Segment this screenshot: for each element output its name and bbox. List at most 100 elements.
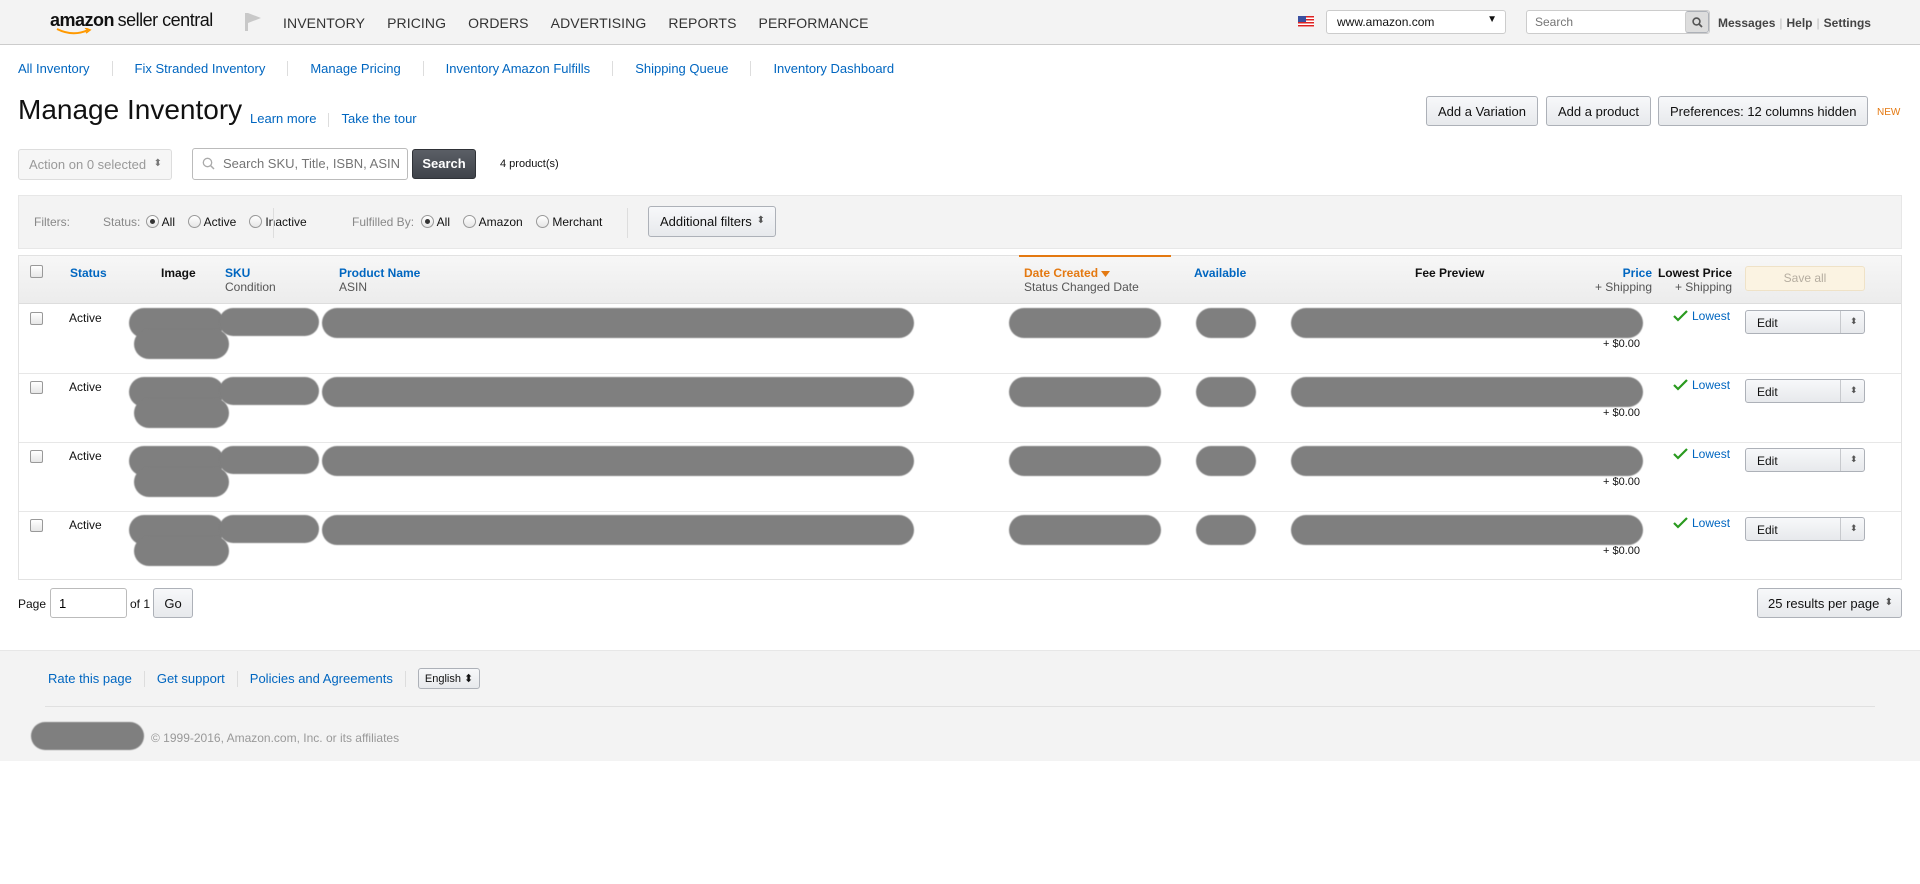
nav-inventory[interactable]: INVENTORY (283, 15, 365, 31)
subnav-manage-pricing[interactable]: Manage Pricing (310, 61, 424, 76)
get-support-link[interactable]: Get support (157, 670, 238, 687)
fulfilled-all-option[interactable]: All (421, 215, 450, 229)
updown-arrows-icon: ⬍ (756, 215, 765, 226)
col-sku[interactable]: SKU Condition (225, 266, 276, 294)
status-inactive-option[interactable]: Inactive (249, 215, 307, 229)
policies-link[interactable]: Policies and Agreements (250, 670, 406, 687)
row-checkbox[interactable] (30, 450, 43, 466)
header-search (1526, 10, 1710, 34)
fulfilled-all-label: All (436, 215, 451, 229)
lowest-price-link[interactable]: Lowest (1673, 516, 1730, 530)
nav-advertising[interactable]: ADVERTISING (551, 15, 647, 31)
lowest-label: Lowest (1692, 447, 1731, 461)
row-checkbox[interactable] (30, 519, 43, 535)
header-search-button[interactable] (1685, 11, 1709, 33)
radio[interactable] (463, 215, 476, 228)
radio[interactable] (249, 215, 262, 228)
take-tour-link[interactable]: Take the tour (341, 111, 416, 126)
bulk-action-select[interactable]: Action on 0 selected ⬍ (18, 149, 172, 180)
save-all-button[interactable]: Save all (1745, 266, 1865, 291)
lowest-price-link[interactable]: Lowest (1673, 309, 1730, 323)
lowest-price-link[interactable]: Lowest (1673, 447, 1730, 461)
nav-reports[interactable]: REPORTS (668, 15, 736, 31)
redacted-available (1196, 446, 1256, 476)
status-active-option[interactable]: Active (188, 215, 236, 229)
col-date-created[interactable]: Date Created Status Changed Date (1024, 266, 1139, 294)
header-search-input[interactable] (1527, 11, 1677, 33)
subnav-all-inventory[interactable]: All Inventory (18, 61, 113, 76)
row-checkbox[interactable] (30, 381, 43, 397)
top-header: amazon seller central INVENTORY PRICING … (0, 0, 1920, 45)
redacted-product-name (322, 446, 914, 476)
radio-selected[interactable] (421, 215, 434, 228)
sku-search-box (192, 148, 408, 180)
logo-brand: amazon (50, 10, 115, 30)
nav-performance[interactable]: PERFORMANCE (759, 15, 869, 31)
messages-link[interactable]: Messages (1718, 16, 1775, 30)
updown-arrows-icon: ⬍ (153, 158, 162, 169)
row-checkbox[interactable] (30, 312, 43, 328)
add-product-button[interactable]: Add a product (1546, 96, 1651, 126)
edit-action-select[interactable]: Edit ⬍ (1745, 379, 1865, 403)
nav-orders[interactable]: ORDERS (468, 15, 529, 31)
help-link[interactable]: Help (1787, 16, 1813, 30)
row-shipping: + $0.00 (1603, 476, 1641, 488)
checkmark-icon (1673, 517, 1688, 529)
radio[interactable] (188, 215, 201, 228)
edit-action-select[interactable]: Edit ⬍ (1745, 448, 1865, 472)
footer: Rate this page Get support Policies and … (0, 650, 1920, 761)
col-price[interactable]: Price + Shipping (1549, 266, 1652, 294)
add-variation-button[interactable]: Add a Variation (1426, 96, 1538, 126)
us-flag-icon (1298, 15, 1314, 30)
col-product-name[interactable]: Product Name ASIN (339, 266, 420, 294)
redacted-image (134, 536, 229, 566)
row-status: Active (69, 449, 102, 463)
go-button[interactable]: Go (153, 588, 193, 618)
fulfilled-amazon-option[interactable]: Amazon (463, 215, 523, 229)
col-sku-label: SKU (225, 266, 251, 280)
sku-search-input[interactable] (221, 155, 401, 172)
learn-more-link[interactable]: Learn more (250, 111, 316, 126)
edit-action-select[interactable]: Edit ⬍ (1745, 310, 1865, 334)
updown-arrows-icon: ⬍ (1850, 454, 1858, 464)
subnav-inventory-dashboard[interactable]: Inventory Dashboard (773, 61, 916, 76)
radio[interactable] (536, 215, 549, 228)
col-available[interactable]: Available (1194, 266, 1246, 280)
rate-page-link[interactable]: Rate this page (48, 670, 145, 687)
edit-action-select[interactable]: Edit ⬍ (1745, 517, 1865, 541)
subnav-shipping-queue[interactable]: Shipping Queue (635, 61, 752, 76)
seller-central-logo[interactable]: amazon seller central (50, 10, 213, 36)
subnav-fix-stranded[interactable]: Fix Stranded Inventory (135, 61, 289, 76)
col-status[interactable]: Status (70, 266, 107, 280)
footer-divider (45, 706, 1875, 707)
lowest-price-link[interactable]: Lowest (1673, 378, 1730, 392)
footer-links: Rate this page Get support Policies and … (48, 668, 481, 689)
fulfilled-merchant-option[interactable]: Merchant (536, 215, 602, 229)
marketplace-select[interactable]: www.amazon.com ▼ (1326, 10, 1506, 34)
preferences-button[interactable]: Preferences: 12 columns hidden (1658, 96, 1869, 126)
nav-pricing[interactable]: PRICING (387, 15, 446, 31)
updown-arrows-icon: ⬍ (1884, 597, 1893, 608)
results-per-page-select[interactable]: 25 results per page ⬍ (1757, 588, 1902, 618)
language-value: English (424, 673, 461, 685)
status-all-label: All (161, 215, 176, 229)
row-status: Active (69, 518, 102, 532)
redacted-available (1196, 515, 1256, 545)
flag-icon[interactable] (244, 12, 262, 35)
subnav-amazon-fulfills[interactable]: Inventory Amazon Fulfills (446, 61, 614, 76)
divider: | (1779, 16, 1783, 30)
language-select[interactable]: English ⬍ (417, 668, 481, 689)
status-all-option[interactable]: All (146, 215, 175, 229)
search-button[interactable]: Search (412, 149, 476, 179)
select-all-checkbox[interactable] (30, 265, 43, 281)
lowest-label: Lowest (1692, 516, 1731, 530)
title-links: Learn more Take the tour (250, 111, 417, 127)
redacted-image (134, 398, 229, 428)
additional-filters-button[interactable]: Additional filters ⬍ (648, 206, 776, 237)
settings-link[interactable]: Settings (1824, 16, 1871, 30)
radio-selected[interactable] (146, 215, 159, 228)
page-number-input[interactable] (50, 588, 127, 618)
edit-label: Edit (1757, 385, 1778, 399)
status-inactive-label: Inactive (265, 215, 307, 229)
edit-label: Edit (1757, 523, 1778, 537)
